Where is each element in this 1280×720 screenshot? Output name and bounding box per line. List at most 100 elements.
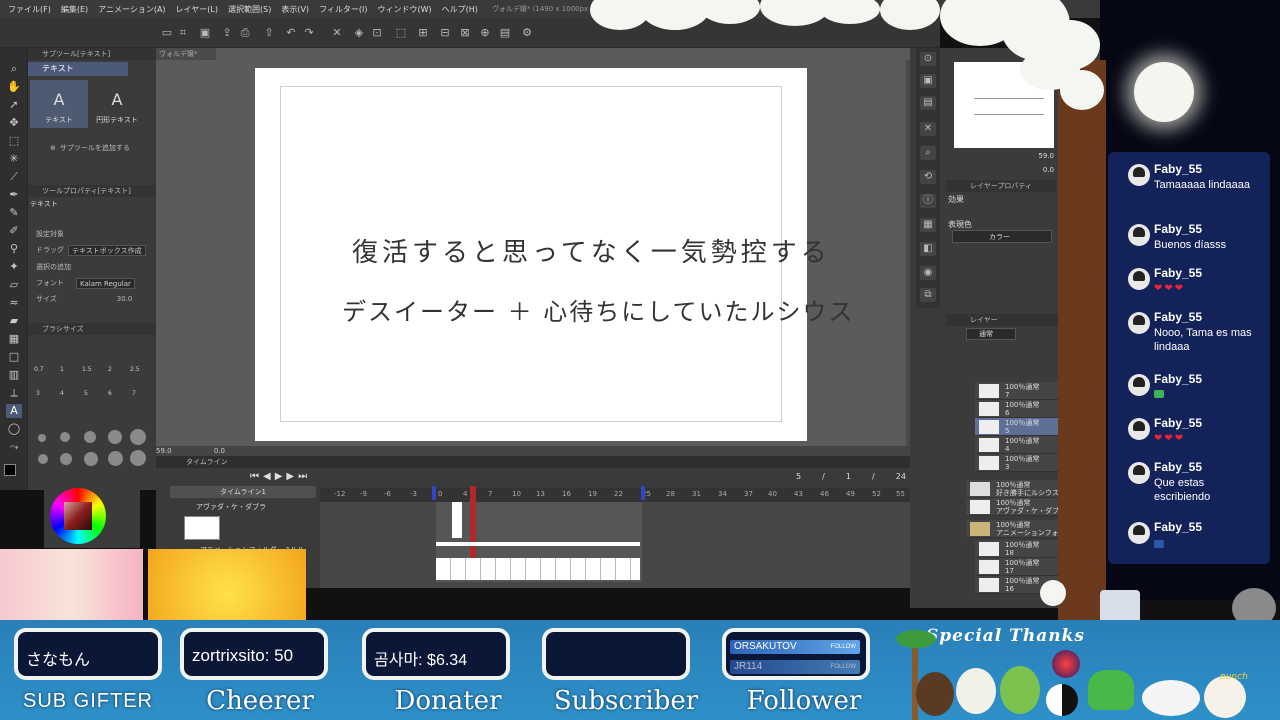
blend-icon[interactable]: ≈: [6, 296, 22, 310]
operation-icon[interactable]: ➚: [6, 98, 22, 112]
subtool-text[interactable]: A テキスト: [30, 80, 88, 128]
menu-window[interactable]: ウィンドウ(W): [378, 4, 432, 15]
canvas-angle[interactable]: 0.0: [214, 447, 225, 455]
add-subtool-button[interactable]: ⊕ サブツールを追加する: [50, 142, 162, 154]
menu-animation[interactable]: アニメーション(A): [98, 4, 165, 15]
new-file-icon[interactable]: ▭: [160, 26, 174, 40]
save-icon[interactable]: ▣: [198, 26, 212, 40]
snap-icon[interactable]: ⊕: [478, 26, 492, 40]
pen-icon[interactable]: ✒: [6, 188, 22, 202]
info-icon[interactable]: ⓘ: [920, 194, 936, 208]
main-color-swatch[interactable]: [4, 464, 16, 476]
material-icon[interactable]: ▤: [920, 96, 936, 110]
follower-name: ORSAKUTOV: [734, 641, 797, 652]
invert-selection-icon[interactable]: ⊟: [438, 26, 452, 40]
gradient-icon[interactable]: ▦: [6, 332, 22, 346]
transform-icon[interactable]: ⊡: [370, 26, 384, 40]
range-start-marker[interactable]: [432, 486, 436, 500]
hand-icon[interactable]: ✋: [6, 80, 22, 94]
import-icon[interactable]: ⇪: [220, 26, 234, 40]
move-icon[interactable]: ✥: [6, 116, 22, 130]
history-icon[interactable]: ⟲: [920, 170, 936, 184]
subtool-group-tab[interactable]: テキスト: [28, 62, 128, 76]
navigator-angle[interactable]: 0.0: [1014, 166, 1054, 174]
selection-icon[interactable]: ⬚: [6, 134, 22, 148]
navigator-zoom[interactable]: 59.0: [1014, 152, 1054, 160]
clear-icon[interactable]: ✕: [330, 26, 344, 40]
zoom-icon[interactable]: ⌕: [6, 62, 22, 76]
eyedropper-icon[interactable]: ⟋: [6, 170, 22, 184]
decoration-icon[interactable]: ✦: [6, 260, 22, 274]
crop-icon[interactable]: ⊞: [416, 26, 430, 40]
pencil-icon[interactable]: ✎: [6, 206, 22, 220]
upload-icon[interactable]: ⇧: [262, 26, 276, 40]
menu-selection[interactable]: 選択範囲(S): [228, 4, 271, 15]
brush-size-2[interactable]: 1.5: [82, 366, 92, 373]
menu-edit[interactable]: 編集(E): [61, 4, 88, 15]
magic-wand-icon[interactable]: ✳: [6, 152, 22, 166]
brush-size-4[interactable]: 2.5: [130, 366, 140, 373]
menu-file[interactable]: ファイル(F): [8, 4, 51, 15]
timeline-select[interactable]: タイムライン1: [170, 486, 316, 498]
fill-icon[interactable]: ◈: [352, 26, 366, 40]
slider-icon[interactable]: ⧉: [920, 288, 936, 302]
color-mode-select[interactable]: カラー: [952, 230, 1052, 243]
cel-block[interactable]: [452, 502, 462, 538]
text-tool-icon[interactable]: A: [6, 404, 22, 418]
drag-select[interactable]: テキストボックス作成: [68, 244, 146, 256]
frame-icon[interactable]: ▥: [6, 368, 22, 382]
menu-filter[interactable]: フィルター(I): [319, 4, 367, 15]
cel-strip[interactable]: [436, 558, 640, 580]
brush-size-6[interactable]: 4: [60, 390, 64, 397]
color-square[interactable]: [64, 502, 92, 530]
playhead[interactable]: [470, 486, 476, 558]
brush-icon[interactable]: ✐: [6, 224, 22, 238]
ruler-icon[interactable]: ▤: [498, 26, 512, 40]
brush-size-9[interactable]: 7: [132, 390, 136, 397]
range-end-marker[interactable]: [641, 486, 645, 500]
brush-size-1[interactable]: 1: [60, 366, 64, 373]
blend-mode-select[interactable]: 通常: [966, 328, 1016, 340]
camera-icon[interactable]: ◉: [920, 266, 936, 280]
balloon-icon[interactable]: ◯: [6, 422, 22, 436]
settings-icon[interactable]: ⚙: [520, 26, 534, 40]
playback-controls[interactable]: ⏮◀▶▶⏭: [250, 471, 320, 483]
airbrush-icon[interactable]: ⚲: [6, 242, 22, 256]
brush-size-8[interactable]: 6: [108, 390, 112, 397]
undo-icon[interactable]: ↶: [284, 26, 298, 40]
fill-bucket-icon[interactable]: ▰: [6, 314, 22, 328]
canvas-zoom[interactable]: 59.0: [156, 447, 172, 455]
menu-layer[interactable]: レイヤー(L): [176, 4, 218, 15]
font-select[interactable]: Kalam Regular: [76, 277, 135, 289]
sub-view-icon[interactable]: ▣: [920, 74, 936, 88]
subscriber-label: Subscriber: [553, 686, 699, 716]
timeline-ruler[interactable]: -12 -9 -6 -3 0 4 7 10 13 16 19 22 25 28 …: [320, 488, 910, 502]
correct-line-icon[interactable]: ⤳: [6, 440, 22, 454]
layer-search-icon[interactable]: ⌕: [920, 146, 936, 160]
emote-icon: [1154, 390, 1164, 398]
brush-size-0[interactable]: 0.7: [34, 366, 44, 373]
menu-view[interactable]: 表示(V): [281, 4, 309, 15]
tree-trunk: [1058, 60, 1106, 620]
brush-size-5[interactable]: 3: [36, 390, 40, 397]
redo-icon[interactable]: ↷: [302, 26, 316, 40]
gallery-icon[interactable]: ▦: [920, 218, 936, 232]
export-icon[interactable]: ⎙: [238, 26, 252, 40]
ruler-tool-icon[interactable]: ⟂: [6, 386, 22, 400]
brush-size-3[interactable]: 2: [108, 366, 112, 373]
timeline-tracks[interactable]: [320, 486, 910, 588]
show-selection-icon[interactable]: ⊠: [458, 26, 472, 40]
size-value[interactable]: 30.0: [117, 295, 133, 303]
close-panel-icon[interactable]: ✕: [920, 122, 936, 136]
open-file-icon[interactable]: ⌗: [176, 26, 190, 40]
brush-size-7[interactable]: 5: [84, 390, 88, 397]
menu-help[interactable]: ヘルプ(H): [442, 4, 478, 15]
document-tab[interactable]: ヴォルデ嬢*: [156, 48, 216, 60]
layer-thumbnail: [970, 500, 990, 514]
eraser-icon[interactable]: ▱: [6, 278, 22, 292]
frame-sep-2: /: [872, 472, 875, 481]
figure-icon[interactable]: □: [6, 350, 22, 364]
subtool-circle-text[interactable]: A 円形テキスト: [88, 80, 146, 128]
deselect-icon[interactable]: ⬚: [394, 26, 408, 40]
color-set-icon[interactable]: ◧: [920, 242, 936, 256]
